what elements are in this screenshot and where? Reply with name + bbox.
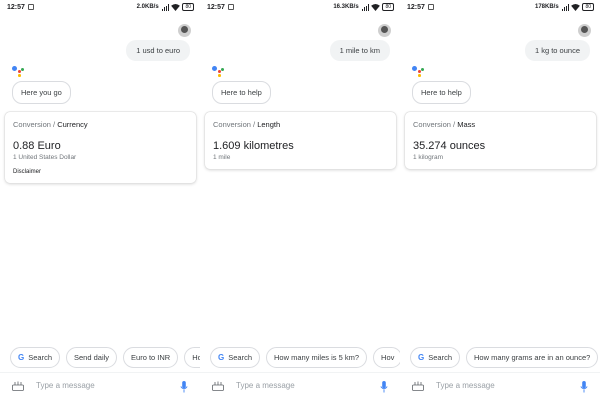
- message-input[interactable]: Type a message: [236, 381, 295, 390]
- chip-euro-to-inr[interactable]: Euro to INR: [123, 347, 179, 368]
- keyboard-icon[interactable]: [12, 381, 24, 391]
- card-category: Length: [257, 120, 281, 129]
- phone-screen-length: 12:57 16.3KB/s 80 1 mile to km Here to h…: [200, 0, 400, 400]
- network-speed: 178KB/s: [535, 4, 559, 10]
- assistant-logo-icon: [412, 66, 424, 77]
- conversion-result: 1.609 kilometres: [213, 140, 294, 152]
- user-message-bubble: 1 usd to euro: [126, 40, 190, 61]
- message-input-bar: Type a message: [400, 372, 600, 400]
- avatar[interactable]: [178, 24, 191, 37]
- signal-icon: [161, 3, 170, 11]
- google-g-icon: G: [18, 353, 25, 362]
- status-time: 12:57: [7, 4, 25, 11]
- avatar[interactable]: [378, 24, 391, 37]
- user-message-bubble: 1 kg to ounce: [524, 40, 590, 61]
- card-category: Currency: [57, 120, 88, 129]
- suggestion-chips: G Search How many miles is 5 km? Hov: [210, 347, 400, 368]
- chip-more[interactable]: Hov: [373, 347, 400, 368]
- status-bar: 12:57 178KB/s 80: [400, 0, 600, 16]
- status-time: 12:57: [207, 4, 225, 11]
- google-g-icon: G: [418, 353, 425, 362]
- keyboard-icon[interactable]: [212, 381, 224, 391]
- phone-screen-mass: 12:57 178KB/s 80 1 kg to ounce Here to h…: [400, 0, 600, 400]
- battery-icon: 80: [382, 3, 394, 11]
- conversion-source: 1 kilogram: [413, 154, 443, 161]
- assistant-reply-bubble: Here to help: [412, 81, 471, 104]
- signal-icon: [561, 3, 570, 11]
- network-speed: 16.3KB/s: [333, 4, 359, 10]
- chip-more[interactable]: Ho: [184, 347, 200, 368]
- avatar[interactable]: [578, 24, 591, 37]
- battery-icon: 80: [182, 3, 194, 11]
- mic-icon[interactable]: [380, 381, 388, 393]
- message-input[interactable]: Type a message: [36, 381, 95, 390]
- mic-icon[interactable]: [580, 381, 588, 393]
- keyboard-icon[interactable]: [412, 381, 424, 391]
- mic-icon[interactable]: [180, 381, 188, 393]
- google-g-icon: G: [218, 353, 225, 362]
- card-header: Conversion / Currency: [13, 120, 188, 129]
- suggestion-chips: G Search How many grams are in an ounce?: [410, 347, 599, 368]
- card-header: Conversion / Length: [213, 120, 388, 129]
- conversion-source: 1 mile: [213, 154, 231, 161]
- card-header: Conversion / Mass: [413, 120, 588, 129]
- chip-search[interactable]: G Search: [210, 347, 260, 368]
- wifi-icon: [571, 3, 581, 11]
- notification-icon: [228, 4, 234, 10]
- conversion-card[interactable]: Conversion / Mass 35.274 ounces 1 kilogr…: [405, 112, 596, 169]
- status-bar: 12:57 2.0KB/s 80: [0, 0, 200, 16]
- chip-miles-in-5km[interactable]: How many miles is 5 km?: [266, 347, 368, 368]
- chip-grams-in-ounce[interactable]: How many grams are in an ounce?: [466, 347, 599, 368]
- suggestion-chips: G Search Send daily Euro to INR Ho: [10, 347, 200, 368]
- conversion-card[interactable]: Conversion / Currency 0.88 Euro 1 United…: [5, 112, 196, 183]
- card-category-prefix: Conversion: [213, 120, 251, 129]
- chip-send-daily[interactable]: Send daily: [66, 347, 118, 368]
- status-bar: 12:57 16.3KB/s 80: [200, 0, 400, 16]
- conversion-source: 1 United States Dollar: [13, 154, 77, 161]
- conversion-card[interactable]: Conversion / Length 1.609 kilometres 1 m…: [205, 112, 396, 169]
- card-category: Mass: [457, 120, 476, 129]
- battery-icon: 80: [582, 3, 594, 11]
- signal-icon: [361, 3, 370, 11]
- screenshot-collage: 12:57 2.0KB/s 80 1 usd to euro Here you …: [0, 0, 600, 400]
- notification-icon: [28, 4, 34, 10]
- assistant-reply-bubble: Here you go: [12, 81, 71, 104]
- conversion-result: 35.274 ounces: [413, 140, 486, 152]
- notification-icon: [428, 4, 434, 10]
- assistant-logo-icon: [212, 66, 224, 77]
- wifi-icon: [371, 3, 381, 11]
- network-speed: 2.0KB/s: [136, 4, 159, 10]
- card-category-prefix: Conversion: [413, 120, 451, 129]
- message-input-bar: Type a message: [200, 372, 400, 400]
- conversion-result: 0.88 Euro: [13, 140, 61, 152]
- assistant-reply-bubble: Here to help: [212, 81, 271, 104]
- user-message-bubble: 1 mile to km: [329, 40, 390, 61]
- phone-screen-currency: 12:57 2.0KB/s 80 1 usd to euro Here you …: [0, 0, 200, 400]
- chip-search[interactable]: G Search: [10, 347, 60, 368]
- assistant-logo-icon: [12, 66, 24, 77]
- card-category-prefix: Conversion: [13, 120, 51, 129]
- message-input-bar: Type a message: [0, 372, 200, 400]
- chip-search[interactable]: G Search: [410, 347, 460, 368]
- message-input[interactable]: Type a message: [436, 381, 495, 390]
- disclaimer-link[interactable]: Disclaimer: [13, 169, 188, 175]
- status-time: 12:57: [407, 4, 425, 11]
- wifi-icon: [171, 3, 181, 11]
